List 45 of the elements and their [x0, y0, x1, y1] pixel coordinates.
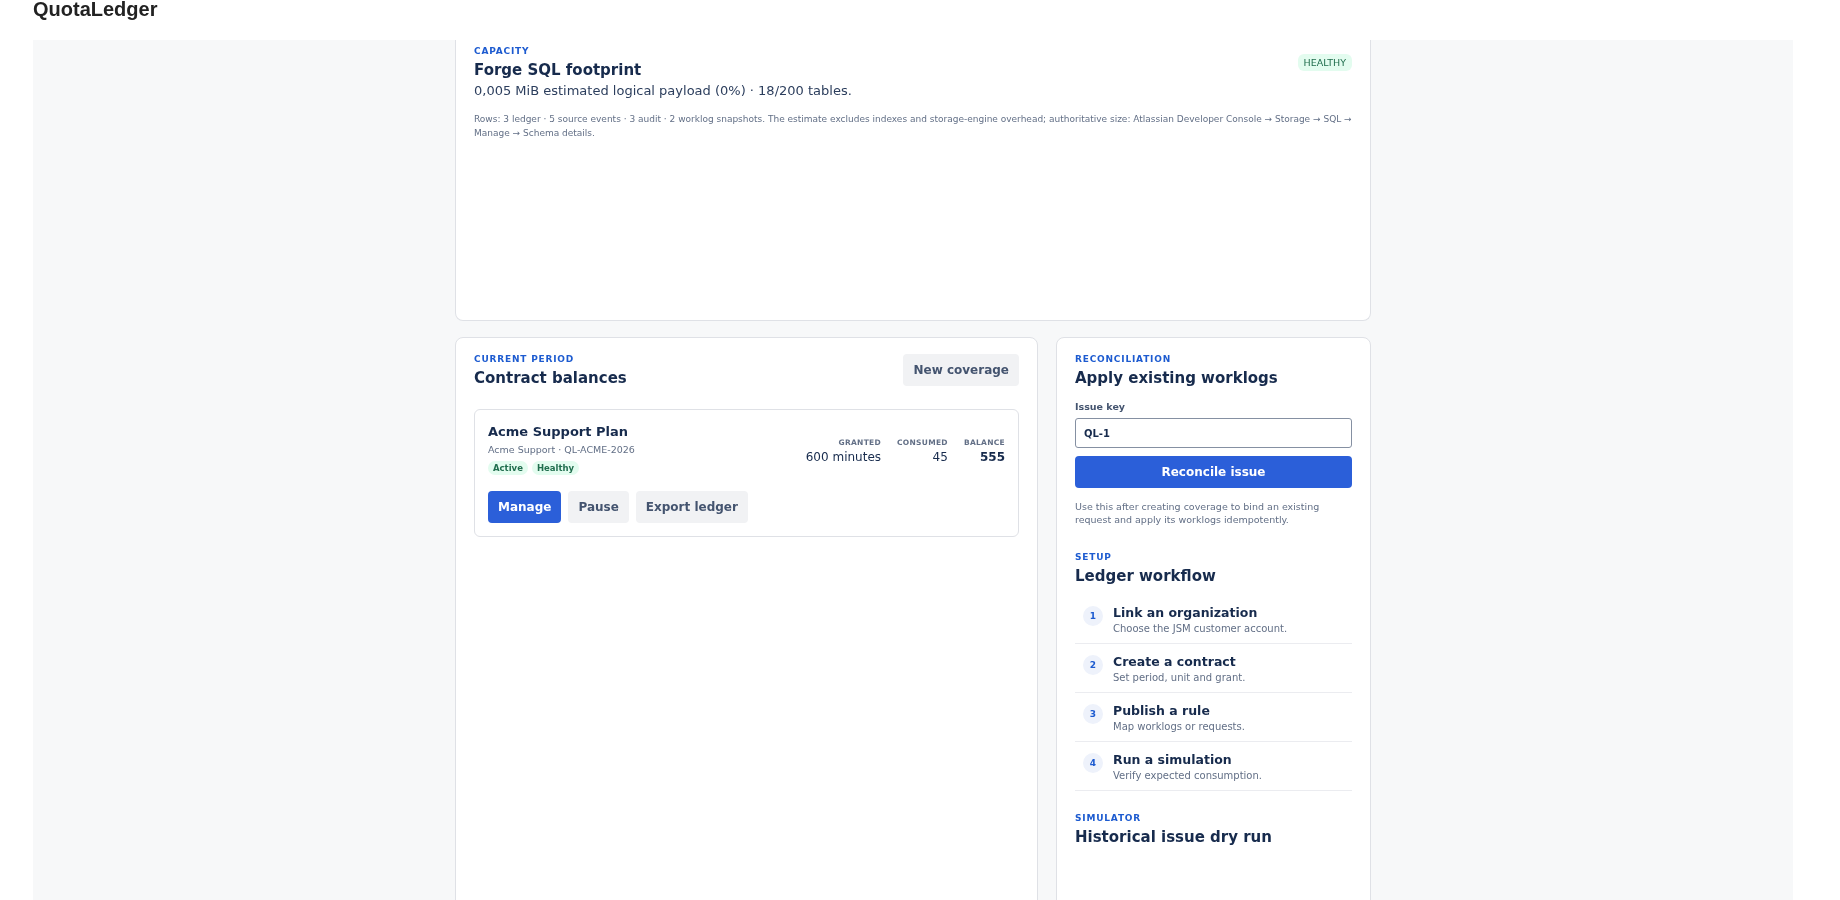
- status-badge: HEALTHY: [1297, 54, 1352, 71]
- section-eyebrow: RECONCILIATION: [1075, 354, 1173, 364]
- app-title: QuotaLedger: [33, 0, 158, 20]
- step-number: 4: [1083, 753, 1103, 773]
- contract-name: Acme Support Plan: [488, 424, 629, 439]
- step-description: Verify expected consumption.: [1113, 770, 1262, 781]
- contract-action-button[interactable]: Pause: [568, 491, 629, 523]
- card-title: Ledger workflow: [1075, 567, 1217, 585]
- card-title: Contract balances: [474, 369, 627, 387]
- workflow-step[interactable]: 2 Create a contract Set period, unit and grant.: [1075, 644, 1352, 693]
- help-text: Use this after creating coverage to bind an existing request and apply its worklogs idempotently.: [1075, 500, 1321, 526]
- field-label: Issue key: [1075, 401, 1127, 412]
- stat-value: 45: [931, 450, 948, 464]
- section-eyebrow: SETUP: [1075, 552, 1113, 562]
- contract-action-button[interactable]: Export ledger: [635, 491, 748, 523]
- section-eyebrow: SIMULATOR: [1075, 813, 1143, 823]
- step-description: Choose the JSM customer account.: [1113, 623, 1288, 634]
- step-number: 2: [1083, 655, 1103, 675]
- step-description: Set period, unit and grant.: [1113, 672, 1246, 683]
- status-tag: Active: [488, 461, 528, 475]
- section-eyebrow: CURRENT PERIOD: [474, 354, 576, 364]
- stat-value: 600 minutes: [805, 450, 881, 464]
- workflow-step[interactable]: 4 Run a simulation Verify expected consumption.: [1075, 742, 1352, 791]
- step-title: Link an organization: [1113, 605, 1259, 620]
- card-title: Apply existing worklogs: [1075, 369, 1279, 387]
- card-title: Historical issue dry run: [1075, 828, 1273, 846]
- capacity-summary: 0,005 MiB estimated logical payload (0%) · 18/200 tables.: [474, 83, 853, 98]
- step-title: Publish a rule: [1113, 703, 1211, 718]
- stat-value: 555: [978, 450, 1005, 464]
- section-eyebrow: CAPACITY: [474, 46, 531, 56]
- capacity-note: Rows: 3 ledger · 5 source events · 3 audit · 2 worklog snapshots. The estimate excludes indexes and storage-engine overhead; authoritative size: Atlassian Developer Console → Storage → SQL → Manage → Schema details.: [474, 113, 1352, 140]
- step-number: 1: [1083, 606, 1103, 626]
- step-title: Create a contract: [1113, 654, 1237, 669]
- contract-meta: Acme Support · QL-ACME-2026: [488, 444, 635, 455]
- step-description: Map worklogs or requests.: [1113, 721, 1245, 732]
- new-coverage-button[interactable]: New coverage: [903, 354, 1019, 386]
- issue-key-field[interactable]: QL-1: [1075, 418, 1352, 448]
- status-tag: Healthy: [531, 461, 580, 475]
- step-title: Run a simulation: [1113, 752, 1233, 767]
- reconcile-button[interactable]: Reconcile issue: [1075, 456, 1352, 488]
- contract-action-button[interactable]: Manage: [488, 491, 562, 523]
- workflow-step[interactable]: 1 Link an organization Choose the JSM customer account.: [1075, 595, 1352, 644]
- step-number: 3: [1083, 704, 1103, 724]
- card-title: Forge SQL footprint: [474, 61, 642, 79]
- workflow-step[interactable]: 3 Publish a rule Map worklogs or requests.: [1075, 693, 1352, 742]
